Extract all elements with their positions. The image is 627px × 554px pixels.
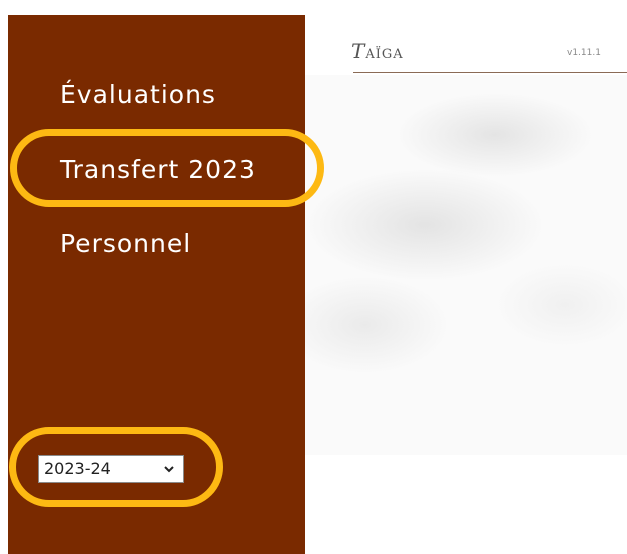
year-select[interactable]: 2023-24 xyxy=(38,455,184,483)
logo-initial: T xyxy=(351,39,366,63)
chevron-down-icon xyxy=(163,457,175,492)
app-logo: TAÏGA xyxy=(351,39,404,63)
background-photo xyxy=(305,75,627,455)
sidebar-item-personnel[interactable]: Personnel xyxy=(60,229,191,258)
year-select-value: 2023-24 xyxy=(44,459,111,478)
sidebar-item-evaluations[interactable]: Évaluations xyxy=(60,80,216,109)
logo-rest: AÏGA xyxy=(365,47,404,62)
main-content: TAÏGA v1.11.1 xyxy=(305,15,627,554)
header-divider xyxy=(353,72,627,73)
version-label: v1.11.1 xyxy=(567,48,601,58)
sidebar-item-transfert-2023[interactable]: Transfert 2023 xyxy=(60,155,256,184)
